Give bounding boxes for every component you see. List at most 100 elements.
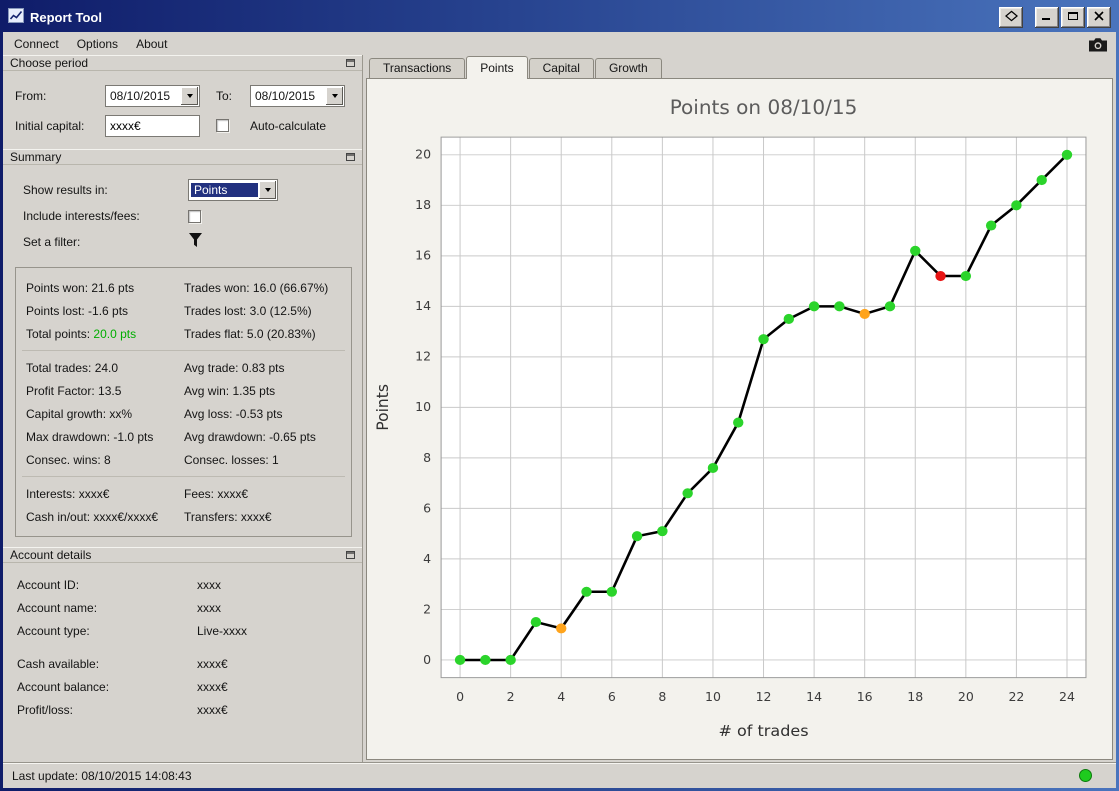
svg-text:0: 0: [423, 653, 431, 667]
from-label: From:: [15, 88, 47, 103]
maximize-icon: [1067, 10, 1079, 24]
svg-text:10: 10: [415, 400, 431, 414]
titlebar-controls: [999, 6, 1111, 28]
avg-drawdown-stat: Avg drawdown: -0.65 pts: [184, 429, 316, 444]
menubar: Connect Options About: [3, 32, 1116, 55]
account-name-value: xxxx: [197, 600, 221, 615]
minimize-button[interactable]: [1035, 6, 1059, 28]
svg-text:20: 20: [415, 148, 431, 162]
account-type-value: Live-xxxx: [197, 623, 248, 638]
svg-text:4: 4: [557, 690, 565, 704]
stats-divider: [22, 476, 345, 477]
app-icon: [8, 8, 24, 26]
svg-text:4: 4: [423, 552, 431, 566]
svg-text:22: 22: [1008, 690, 1024, 704]
to-date-select[interactable]: 08/10/2015: [250, 84, 345, 107]
total-points-stat: Total points: 20.0 pts: [26, 327, 184, 341]
avg-win-stat: Avg win: 1.35 pts: [184, 383, 276, 398]
auto-calculate-label: Auto-calculate: [250, 118, 327, 133]
menu-connect[interactable]: Connect: [5, 35, 68, 53]
trades-lost-stat: Trades lost: 3.0 (12.5%): [184, 303, 312, 318]
right-panel: Transactions Points Capital Growth 02468…: [363, 55, 1116, 762]
avg-trade-stat: Avg trade: 0.83 pts: [184, 360, 285, 375]
points-chart: 0 2 4 6 8 10 12 14 16 18 20 22 2402468101214161820Po…: [373, 96, 1087, 740]
summary-header: Summary: [3, 149, 362, 165]
tab-bar: Transactions Points Capital Growth: [366, 55, 1113, 79]
svg-text:14: 14: [806, 690, 822, 704]
left-panel: Choose period From: 08/10/2015 To: 08/10…: [3, 55, 363, 762]
float-panel-button[interactable]: [346, 548, 355, 562]
from-date-select[interactable]: 08/10/2015: [105, 84, 200, 107]
profit-factor-stat: Profit Factor: 13.5: [26, 383, 122, 398]
svg-text:18: 18: [415, 198, 431, 212]
detach-button[interactable]: [999, 6, 1023, 28]
svg-text:8: 8: [423, 451, 431, 465]
chart-area: 0 2 4 6 8 10 12 14 16 18 20 22 24 0 2 4 6 8 10 12 14 16 18 20 Po…: [366, 78, 1113, 760]
summary-title: Summary: [10, 150, 62, 164]
svg-text:6: 6: [423, 501, 431, 515]
auto-calculate-checkbox[interactable]: [216, 119, 229, 132]
tab-points[interactable]: Points: [466, 56, 528, 79]
trades-flat-stat: Trades flat: 5.0 (20.83%): [184, 326, 316, 341]
avg-loss-stat: Avg loss: -0.53 pts: [184, 406, 283, 421]
points-lost-stat: Points lost: -1.6 pts: [26, 303, 129, 318]
account-name-label: Account name:: [17, 600, 98, 615]
titlebar[interactable]: Report Tool: [3, 2, 1116, 32]
tab-capital[interactable]: Capital: [528, 58, 594, 78]
from-date-value: 08/10/2015: [110, 88, 171, 103]
consec-losses-stat: Consec. losses: 1: [184, 452, 279, 467]
float-window-icon: [346, 56, 355, 70]
float-panel-button[interactable]: [346, 56, 355, 70]
svg-text:6: 6: [608, 690, 616, 704]
window-title: Report Tool: [30, 9, 102, 25]
menu-options[interactable]: Options: [68, 35, 127, 53]
svg-text:24: 24: [1059, 690, 1075, 704]
filter-icon[interactable]: [188, 232, 203, 252]
chevron-down-icon[interactable]: [326, 86, 343, 105]
total-points-label: Total points:: [26, 326, 91, 341]
camera-icon[interactable]: [1088, 37, 1114, 52]
account-id-value: xxxx: [197, 577, 221, 592]
tab-transactions[interactable]: Transactions: [369, 58, 466, 78]
to-label: To:: [216, 88, 233, 103]
profit-loss-value: xxxx€: [197, 702, 228, 717]
summary-panel: Summary Show results in: Points Include …: [3, 149, 362, 547]
account-details-header: Account details: [3, 547, 362, 563]
last-update-text: Last update: 08/10/2015 14:08:43: [12, 768, 192, 783]
show-results-label: Show results in:: [23, 183, 108, 197]
tab-growth[interactable]: Growth: [594, 58, 662, 78]
account-type-label: Account type:: [17, 623, 90, 638]
show-results-value: Points: [191, 183, 258, 197]
show-results-select[interactable]: Points: [188, 179, 278, 201]
chevron-down-icon[interactable]: [259, 181, 276, 199]
total-points-value: 20.0 pts: [93, 326, 137, 341]
close-icon: [1093, 10, 1105, 24]
statusbar: Last update: 08/10/2015 14:08:43: [3, 762, 1116, 788]
set-filter-label: Set a filter:: [23, 235, 81, 249]
trades-won-stat: Trades won: 16.0 (66.67%): [184, 280, 329, 295]
close-button[interactable]: [1087, 6, 1111, 28]
capital-growth-stat: Capital growth: xx%: [26, 406, 133, 421]
menu-about[interactable]: About: [127, 35, 176, 53]
interests-stat: Interests: xxxx€: [26, 486, 110, 501]
float-panel-button[interactable]: [346, 150, 355, 164]
stats-divider: [22, 350, 345, 351]
choose-period-title: Choose period: [10, 56, 89, 70]
profit-loss-label: Profit/loss:: [17, 702, 74, 717]
svg-text:2: 2: [507, 690, 515, 704]
fees-stat: Fees: xxxx€: [184, 486, 249, 501]
maximize-button[interactable]: [1061, 6, 1085, 28]
account-details-panel: Account details Account ID: xxxx Account …: [3, 547, 362, 762]
svg-text:20: 20: [958, 690, 974, 704]
svg-text:16: 16: [415, 249, 431, 263]
initial-capital-input[interactable]: [105, 114, 200, 137]
svg-text:12: 12: [415, 350, 431, 364]
svg-text:2: 2: [423, 602, 431, 616]
include-interests-checkbox[interactable]: [188, 209, 201, 223]
chevron-down-icon[interactable]: [181, 86, 198, 105]
consec-wins-stat: Consec. wins: 8: [26, 452, 111, 467]
svg-text:Points: Points: [373, 384, 392, 431]
points-won-stat: Points won: 21.6 pts: [26, 280, 135, 295]
max-drawdown-stat: Max drawdown: -1.0 pts: [26, 429, 154, 444]
include-interests-label: Include interests/fees:: [23, 209, 140, 223]
